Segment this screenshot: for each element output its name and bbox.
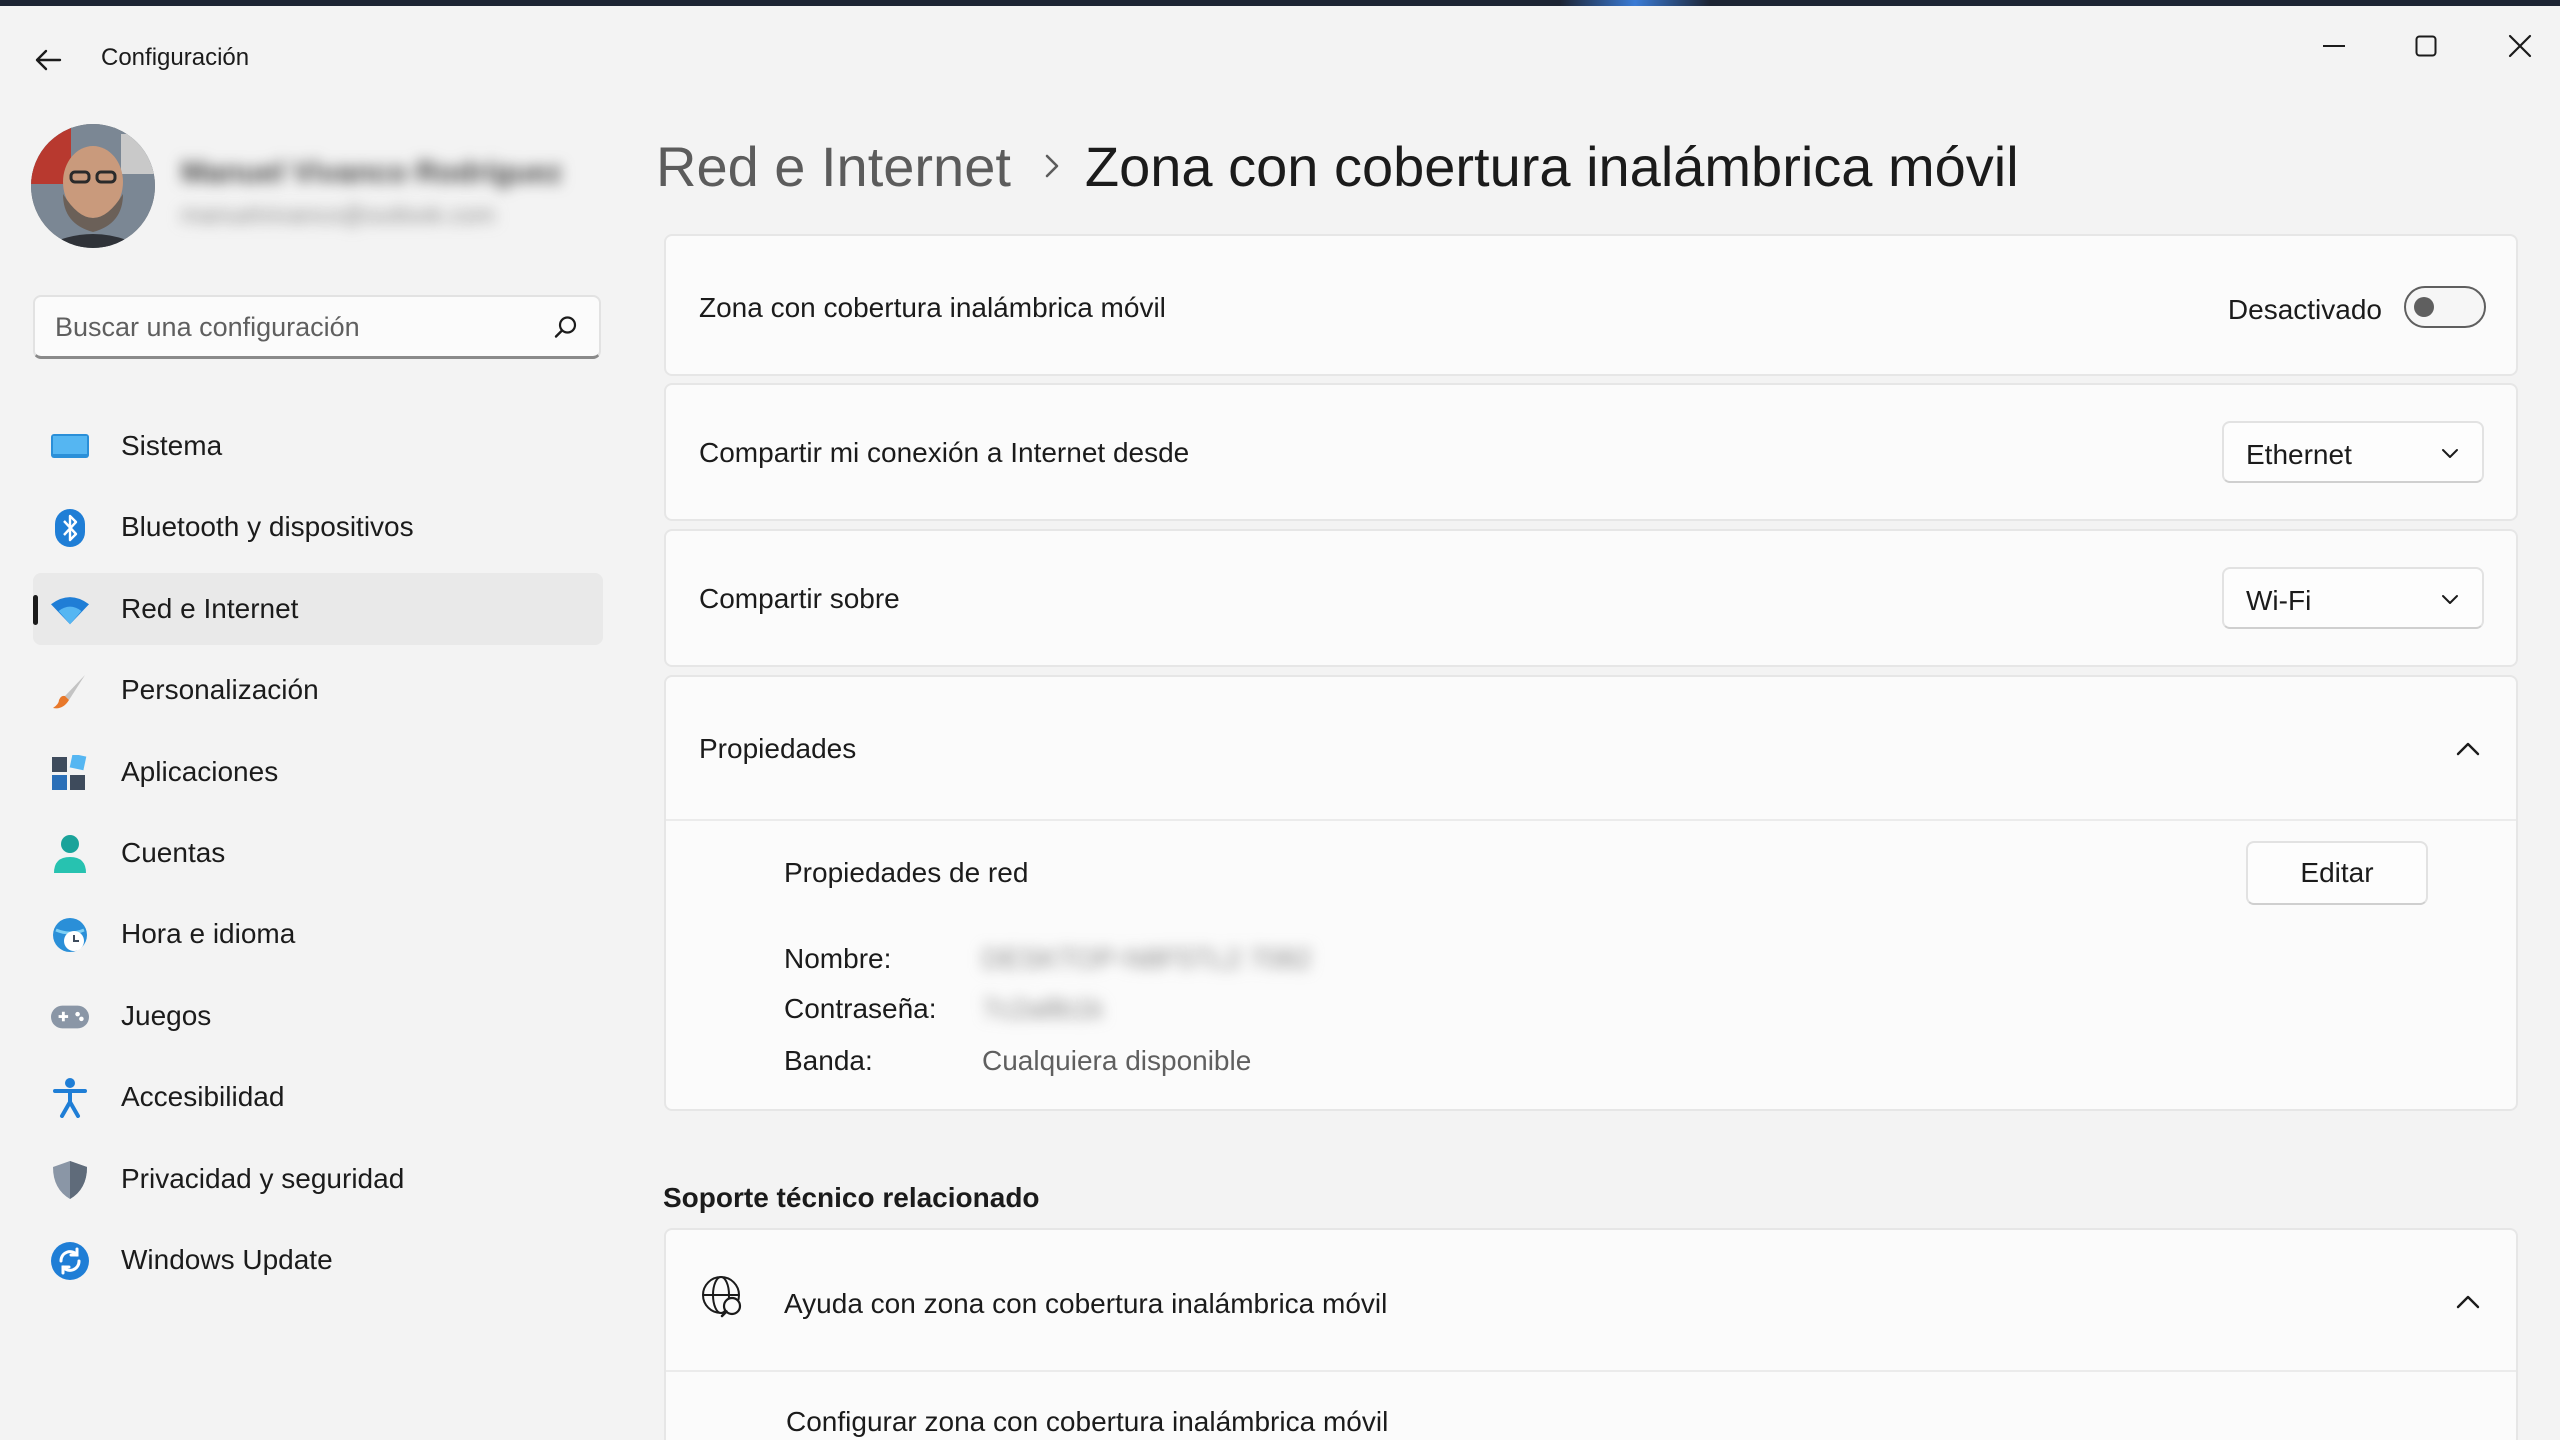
sidebar-item-windows-update[interactable]: Windows Update: [33, 1224, 603, 1296]
band-value: Cualquiera disponible: [982, 1045, 1252, 1076]
back-button[interactable]: [24, 36, 72, 84]
share-over-card: Compartir sobre Wi-Fi: [664, 529, 2518, 667]
properties-label: Propiedades: [699, 733, 857, 764]
chevron-right-icon: [1045, 154, 1059, 178]
hotspot-toggle[interactable]: [2404, 286, 2486, 328]
sidebar-item-label: Sistema: [121, 430, 223, 461]
sidebar-item-sistema[interactable]: Sistema: [33, 410, 603, 482]
user-name: Manuel Vivanco Rodríguez: [181, 156, 563, 189]
sidebar-item-aplicaciones[interactable]: Aplicaciones: [33, 736, 603, 808]
app-title: Configuración: [101, 44, 250, 71]
user-profile[interactable]: Manuel Vivanco Rodríguez manuelvivanco@o…: [31, 122, 611, 252]
hotspot-toggle-card: Zona con cobertura inalámbrica móvil Des…: [664, 234, 2518, 376]
sidebar-item-label: Accesibilidad: [121, 1081, 285, 1113]
sync-icon: [51, 1241, 89, 1280]
sidebar-item-label: Cuentas: [121, 836, 226, 868]
sidebar-item-label: Red e Internet: [121, 592, 299, 624]
configure-hotspot-link[interactable]: Configurar zona con cobertura inalámbric…: [786, 1406, 1388, 1438]
sidebar-item-red-e-internet[interactable]: Red e Internet: [33, 572, 603, 645]
bluetooth-icon: [51, 509, 89, 548]
search-icon[interactable]: [553, 314, 579, 340]
chevron-up-icon[interactable]: [2454, 739, 2482, 759]
share-over-label: Compartir sobre: [699, 583, 900, 614]
sidebar-item-label: Privacidad y seguridad: [121, 1162, 405, 1194]
password-key: Contraseña:: [784, 993, 937, 1024]
hotspot-label: Zona con cobertura inalámbrica móvil: [699, 292, 1166, 323]
toggle-knob: [2414, 297, 2434, 317]
sidebar-item-label: Bluetooth y dispositivos: [121, 511, 414, 543]
sidebar-item-label: Windows Update: [121, 1243, 333, 1275]
dropdown-value: Ethernet: [2246, 439, 2352, 470]
password-value: 7c2a8b1k: [982, 993, 1104, 1024]
search-box[interactable]: [33, 295, 601, 359]
person-icon: [51, 834, 89, 873]
monitor-icon: [51, 428, 89, 466]
gamepad-icon: [51, 998, 89, 1036]
chevron-down-icon: [2442, 595, 2458, 604]
close-icon: [2508, 34, 2532, 58]
globe-clock-icon: [51, 916, 89, 954]
edit-button[interactable]: Editar: [2246, 841, 2428, 905]
properties-expander: Propiedades Propiedades de red Editar No…: [664, 675, 2518, 1111]
breadcrumb: Red e Internet Zona con cobertura inalám…: [656, 126, 2019, 206]
apps-icon: [51, 754, 89, 792]
sidebar-nav: Sistema Bluetooth y dispositivos Red e I…: [33, 410, 603, 1305]
sidebar-item-accesibilidad[interactable]: Accesibilidad: [33, 1061, 603, 1133]
sidebar-item-personalizacion[interactable]: Personalización: [33, 654, 603, 726]
sidebar-item-bluetooth[interactable]: Bluetooth y dispositivos: [33, 491, 603, 563]
divider: [666, 1370, 2516, 1372]
chevron-up-icon[interactable]: [2454, 1292, 2482, 1312]
user-email: manuelvivanco@outlook.com: [181, 202, 495, 229]
sidebar-item-privacidad[interactable]: Privacidad y seguridad: [33, 1143, 603, 1215]
globe-search-icon: [702, 1276, 742, 1318]
search-input[interactable]: [55, 297, 555, 357]
share-over-dropdown[interactable]: Wi-Fi: [2222, 567, 2484, 629]
breadcrumb-parent[interactable]: Red e Internet: [656, 134, 1011, 199]
shield-icon: [51, 1160, 89, 1199]
wifi-icon: [51, 591, 89, 629]
active-indicator: [33, 594, 38, 625]
help-label: Ayuda con zona con cobertura inalámbrica…: [784, 1288, 1388, 1319]
properties-header[interactable]: Propiedades: [666, 677, 2516, 819]
help-header[interactable]: Ayuda con zona con cobertura inalámbrica…: [666, 1230, 2516, 1372]
accessibility-icon: [51, 1078, 89, 1119]
settings-window: Configuración Manuel Vivanco Rodríguez m…: [0, 6, 2560, 1440]
maximize-icon: [2415, 35, 2437, 57]
minimize-button[interactable]: [2288, 16, 2380, 76]
sidebar-item-label: Personalización: [121, 674, 319, 706]
network-properties-title: Propiedades de red: [784, 857, 1029, 888]
share-from-dropdown[interactable]: Ethernet: [2222, 421, 2484, 483]
sidebar-item-juegos[interactable]: Juegos: [33, 980, 603, 1052]
sidebar-item-label: Juegos: [121, 999, 212, 1031]
sidebar-item-label: Hora e idioma: [121, 918, 296, 950]
sidebar-item-hora-e-idioma[interactable]: Hora e idioma: [33, 898, 603, 970]
close-button[interactable]: [2474, 16, 2560, 76]
name-value: DESKTOP-N8F5TL2 7082: [982, 943, 1312, 974]
minimize-icon: [2323, 45, 2345, 47]
sidebar-item-label: Aplicaciones: [121, 755, 279, 787]
share-from-card: Compartir mi conexión a Internet desde E…: [664, 383, 2518, 521]
brush-icon: [51, 672, 89, 710]
page-title: Zona con cobertura inalámbrica móvil: [1084, 134, 2019, 198]
section-title: Soporte técnico relacionado: [663, 1182, 1040, 1213]
divider: [666, 819, 2516, 821]
title-bar: Configuración: [0, 6, 2560, 106]
chevron-down-icon: [2442, 449, 2458, 458]
help-expander: Ayuda con zona con cobertura inalámbrica…: [664, 1228, 2518, 1440]
arrow-left-icon: [35, 49, 62, 71]
sidebar-item-cuentas[interactable]: Cuentas: [33, 817, 603, 889]
band-key: Banda:: [784, 1045, 873, 1076]
avatar: [31, 124, 155, 248]
toggle-state-label: Desactivado: [2227, 294, 2382, 325]
maximize-button[interactable]: [2380, 16, 2472, 76]
name-key: Nombre:: [784, 943, 892, 974]
share-from-label: Compartir mi conexión a Internet desde: [699, 437, 1190, 468]
dropdown-value: Wi-Fi: [2246, 585, 2312, 616]
